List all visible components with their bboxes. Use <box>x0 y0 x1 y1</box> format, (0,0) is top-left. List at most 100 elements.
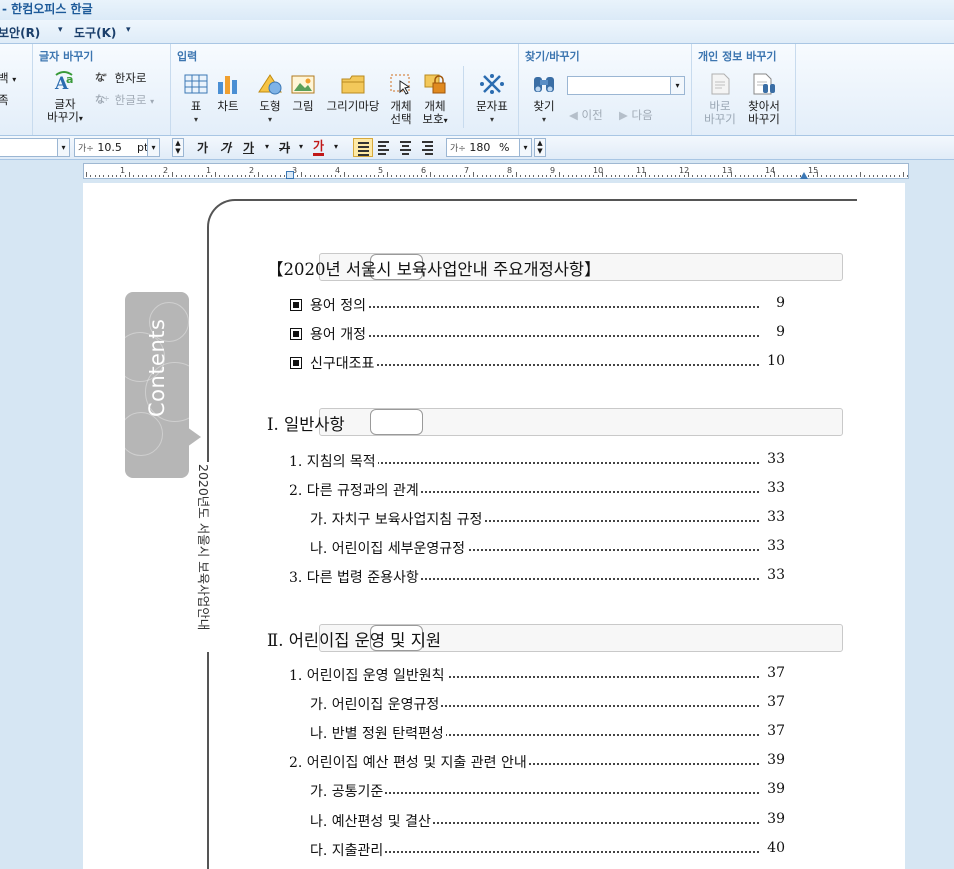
horizontal-ruler[interactable]: 1 2 1 2 3 4 5 6 7 8 9 10 11 12 13 14 15 <box>83 163 909 179</box>
chevron-down-icon[interactable]: ▾ <box>670 77 684 94</box>
shape-button[interactable]: 도형 ▾ <box>255 72 285 126</box>
toc-entry[interactable]: 용어 정의 9 <box>290 295 795 315</box>
ruler-tick <box>829 175 831 177</box>
ruler-tick <box>696 175 698 177</box>
ruler-tick <box>227 175 229 177</box>
drawing-market-button[interactable]: 그리기마당 <box>322 72 384 113</box>
ruler-tick <box>589 175 591 177</box>
ruler-tick <box>885 175 887 177</box>
italic-button[interactable]: 가 <box>220 139 231 156</box>
ruler-tick <box>485 175 487 177</box>
find-next-label: 다음 <box>631 108 653 122</box>
find-next-button[interactable]: ▶ 다음 <box>619 107 653 123</box>
toc-page-number: 37 <box>767 723 785 740</box>
toc-entry[interactable]: 1. 어린이집 운영 일반원칙 37 <box>289 665 795 685</box>
ruler-right-margin-marker[interactable] <box>800 172 808 179</box>
toc-entry-text: 나. 어린이집 세부운영규정 <box>310 541 466 558</box>
char-replace-button[interactable]: A a 글자 바꾸기▾ <box>41 70 89 125</box>
toc-entry[interactable]: 나. 예산편성 및 결산 39 <box>310 810 795 831</box>
toc-entry-label: 2. 다른 규정과의 관계 <box>289 480 421 501</box>
char-replace-label-2: 바꾸기 <box>47 110 79 124</box>
to-hangul-button[interactable]: な ÷ 한글로 ▾ <box>95 92 154 108</box>
ruler-tick <box>825 175 827 177</box>
toc-entry[interactable]: 나. 어린이집 세부운영규정 33 <box>310 538 795 559</box>
chevron-down-icon: ▾ <box>519 139 531 156</box>
ruler-tick <box>610 175 612 177</box>
font-size-input[interactable]: 가÷ 10.5 pt ▾ <box>74 138 160 157</box>
document-search-icon <box>753 73 775 95</box>
chevron-down-icon[interactable]: ▾ <box>334 142 338 151</box>
ruler-number: 9 <box>550 166 556 175</box>
char-width-stepper[interactable]: ▲ ▼ <box>534 138 546 157</box>
toc-entry[interactable]: 다. 지출관리 40 <box>310 839 795 860</box>
char-width-input[interactable]: 가÷ 180 % ▾ <box>446 138 532 157</box>
ruler-tick <box>516 172 517 177</box>
align-center-button[interactable] <box>396 138 416 157</box>
font-color-button[interactable]: 가 <box>313 139 325 156</box>
chart-button[interactable]: 차트 <box>213 72 243 113</box>
toc-entry-text: 나. 반별 정원 탄력편성 <box>310 726 444 743</box>
menu-tools[interactable]: 도구(K) <box>74 24 116 41</box>
ruler-tick <box>352 175 354 177</box>
document-page[interactable]: Contents 2020년도 서울시 보육사업안내 【2020년 서울시 보육… <box>83 183 905 869</box>
ruler-tick <box>395 175 397 177</box>
binoculars-icon <box>534 77 554 92</box>
toc-entry-label: 가. 공통기준 <box>310 781 386 802</box>
ruler-tick <box>580 175 582 177</box>
ruler-tick <box>116 175 118 177</box>
toc-entry[interactable]: 용어 개정 9 <box>290 324 795 345</box>
align-right-button[interactable] <box>418 138 438 157</box>
ruler-tick <box>821 175 823 177</box>
table-button[interactable]: 표 ▾ <box>183 72 209 126</box>
find-and-replace-button[interactable]: 찾아서 바꾸기 <box>742 72 786 126</box>
ruler-indent-marker[interactable] <box>286 171 294 179</box>
partial-button-2[interactable]: 족 <box>0 92 9 108</box>
to-hanja-button[interactable]: な * 한자로 <box>95 70 146 86</box>
picture-icon <box>291 75 315 94</box>
picture-button[interactable]: 그림 <box>288 72 318 113</box>
toc-entry[interactable]: 2. 어린이집 예산 편성 및 지출 관련 안내 39 <box>289 752 795 773</box>
toc-entry[interactable]: 가. 어린이집 운영규정 37 <box>310 694 795 715</box>
object-select-button[interactable]: 개체 선택 <box>386 72 416 126</box>
toc-entry[interactable]: 가. 공통기준 39 <box>310 781 795 802</box>
chevron-down-icon[interactable]: ▾ <box>265 142 269 151</box>
bold-button[interactable]: 가 <box>197 139 208 156</box>
ruler-tick <box>318 175 320 177</box>
ruler-tick <box>782 175 784 177</box>
toc-entry[interactable]: 가. 자치구 보육사업지침 규정 33 <box>310 509 795 530</box>
chevron-down-icon: ▾ <box>147 139 159 156</box>
chevron-down-icon[interactable]: ▾ <box>299 142 303 151</box>
svg-text:÷: ÷ <box>103 94 110 103</box>
toc-entry[interactable]: 나. 반별 정원 탄력편성 37 <box>310 723 795 744</box>
char-table-button[interactable]: 문자표 ▾ <box>473 72 511 126</box>
ruler-tick <box>614 175 616 177</box>
partial-button-1[interactable]: 백 ▾ <box>0 70 16 86</box>
font-name-select[interactable]: ▾ <box>0 138 70 157</box>
toc-page-number: 33 <box>767 538 785 555</box>
toc-entry[interactable]: 3. 다른 법령 준용사항 33 <box>289 567 795 588</box>
find-search-input[interactable]: ▾ <box>567 76 685 95</box>
align-justify-button[interactable] <box>353 138 373 157</box>
replace-now-button[interactable]: 바로 바꾸기 <box>700 72 740 126</box>
align-left-button[interactable] <box>374 138 394 157</box>
menu-security[interactable]: 보안(R) <box>0 24 40 41</box>
toc-entry-label: 가. 자치구 보육사업지침 규정 <box>310 509 485 530</box>
shape-icon <box>258 74 282 95</box>
ruler-tick <box>378 175 380 177</box>
ruler-tick <box>847 175 849 177</box>
ruler-tick <box>597 175 599 177</box>
strikethrough-button[interactable]: 가 <box>279 139 290 156</box>
ruler-tick <box>184 175 186 177</box>
toc-entry[interactable]: 신구대조표 10 <box>290 353 795 374</box>
ruler-tick <box>266 175 268 177</box>
tab-pointer <box>187 427 201 447</box>
underline-button[interactable]: 가 <box>243 139 254 156</box>
font-size-stepper[interactable]: ▲ ▼ <box>172 138 184 157</box>
document-icon <box>711 73 730 95</box>
find-button[interactable]: 찾기 ▾ <box>529 72 559 126</box>
toc-entry[interactable]: 1. 지침의 목적 33 <box>289 451 795 471</box>
object-protect-button[interactable]: 개체 보호▾ <box>420 72 450 127</box>
ribbon-group-insert: 입력 표 ▾ 차트 도형 ▾ 그림 그리기마당 개체 선택 개체 보호▾ 문자표… <box>171 44 519 135</box>
find-prev-button[interactable]: ◀ 이전 <box>569 107 603 123</box>
toc-entry[interactable]: 2. 다른 규정과의 관계 33 <box>289 480 795 501</box>
